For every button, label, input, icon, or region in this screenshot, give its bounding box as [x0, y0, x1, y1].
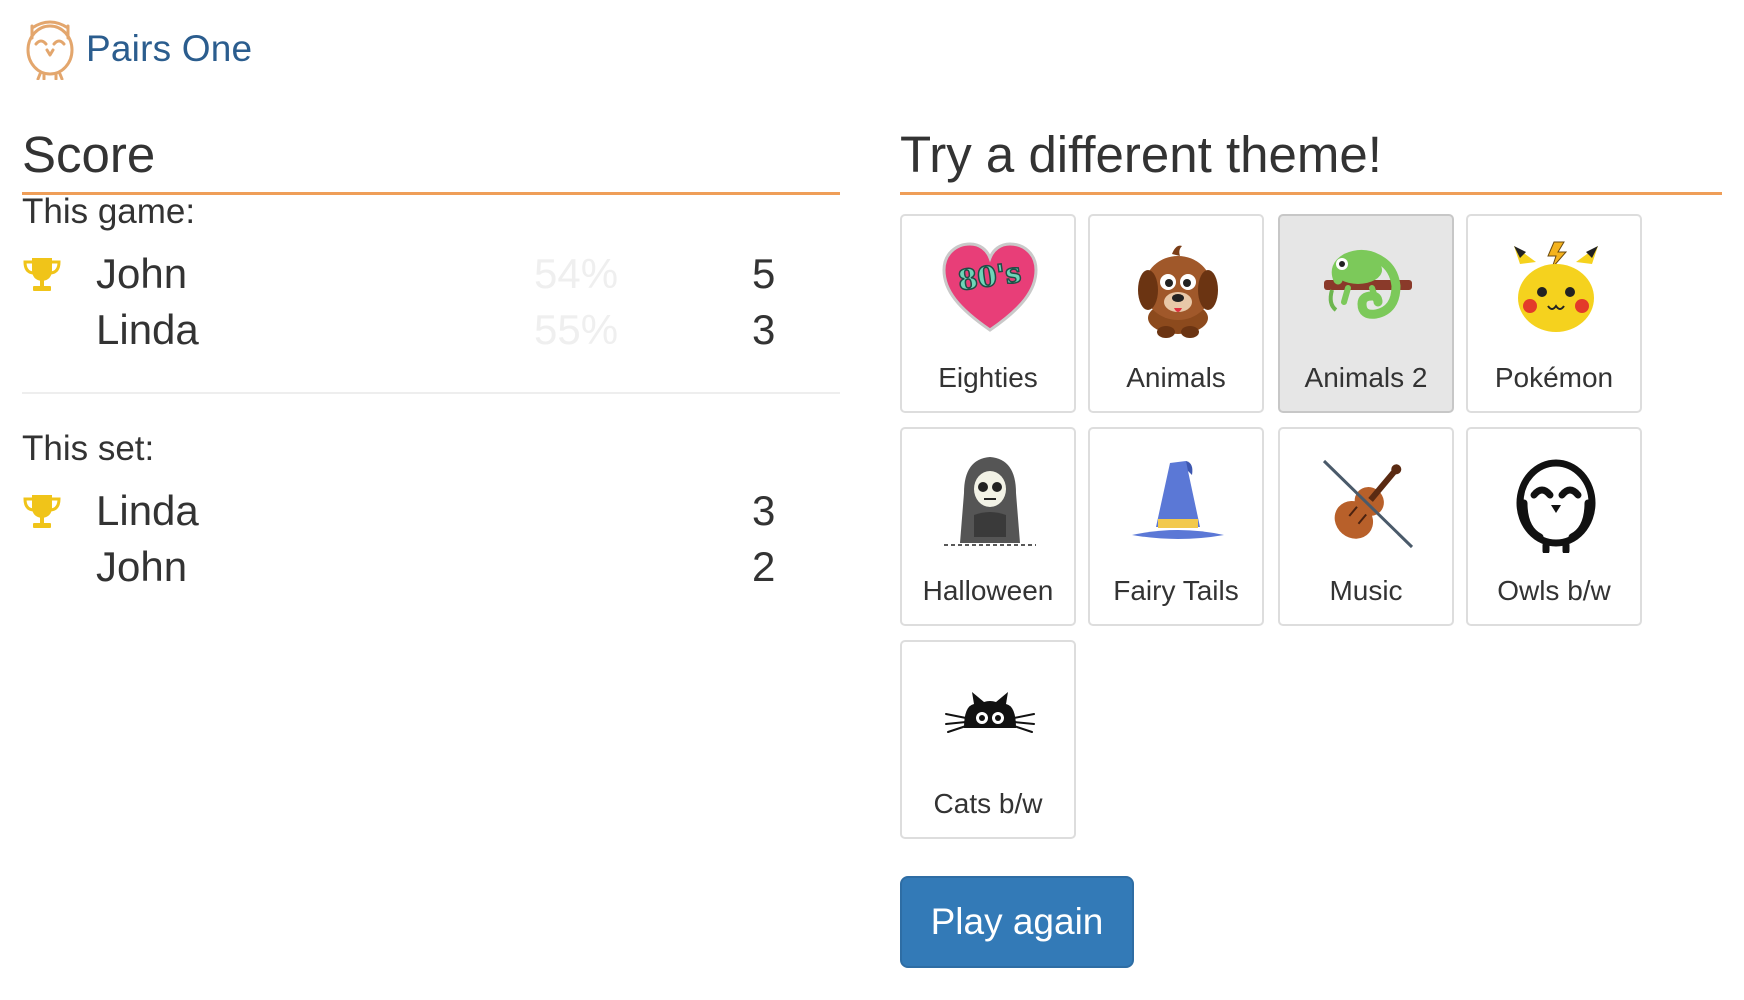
divider — [22, 392, 840, 394]
owl-icon — [1516, 459, 1596, 553]
theme-label: Pokémon — [1494, 362, 1614, 393]
play-again-button[interactable]: Play again — [900, 876, 1134, 968]
chameleon-icon — [1324, 250, 1412, 319]
player-score: 5 — [752, 250, 776, 297]
theme-tile-owls-bw[interactable]: Owls b/w — [1466, 427, 1642, 626]
this-set-label: This set: — [22, 429, 155, 468]
theme-panel: Try a different theme! 80's Eighties Ani… — [900, 120, 1722, 968]
theme-label: Animals — [1126, 362, 1226, 393]
this-game-label: This game: — [22, 192, 196, 231]
set-score-row: Linda 3 — [22, 487, 782, 543]
violin-icon — [1322, 459, 1414, 549]
theme-tile-cats-bw[interactable]: Cats b/w — [900, 640, 1076, 839]
brand-link[interactable]: Pairs One — [22, 18, 252, 80]
theme-label: Fairy Tails — [1113, 575, 1239, 606]
theme-title: Try a different theme! — [900, 120, 1722, 195]
trophy-icon — [23, 495, 61, 528]
theme-label: Music — [1329, 575, 1403, 606]
theme-tile-music[interactable]: Music — [1278, 427, 1454, 626]
player-score: 3 — [752, 487, 776, 534]
owl-logo-icon — [26, 20, 74, 80]
theme-label: Eighties — [938, 362, 1038, 393]
theme-tile-pokemon[interactable]: Pokémon — [1466, 214, 1642, 413]
theme-label: Animals 2 — [1304, 362, 1428, 393]
theme-tile-eighties[interactable]: 80's Eighties — [900, 214, 1076, 413]
score-title: Score — [22, 120, 840, 195]
pikachu-icon — [1514, 241, 1598, 332]
theme-label: Halloween — [922, 575, 1054, 606]
player-score: 3 — [752, 306, 776, 353]
player-name: John — [96, 543, 188, 590]
theme-tile-animals[interactable]: Animals — [1088, 214, 1264, 413]
player-name: Linda — [96, 306, 199, 353]
player-name: John — [96, 250, 188, 297]
wizard-hat-icon — [1132, 461, 1224, 539]
grim-reaper-icon — [944, 457, 1036, 546]
theme-tile-fairy-tails[interactable]: Fairy Tails — [1088, 427, 1264, 626]
player-percent: 54% — [534, 250, 619, 297]
cat-icon — [945, 692, 1035, 733]
trophy-icon — [23, 258, 61, 291]
game-score-row: John 54% 5 — [22, 250, 782, 306]
player-score: 2 — [752, 543, 776, 590]
player-percent: 55% — [534, 306, 619, 353]
theme-tile-animals-2[interactable]: Animals 2 — [1278, 214, 1454, 413]
theme-label: Owls b/w — [1497, 575, 1611, 606]
brand-name: Pairs One — [86, 28, 253, 69]
theme-label: Cats b/w — [933, 788, 1043, 819]
set-score-row: John 2 — [22, 543, 782, 599]
player-name: Linda — [96, 487, 199, 534]
eighties-heart-icon: 80's — [942, 242, 1038, 332]
score-panel: Score This game: John 54% 5 Linda 55% 3 … — [22, 120, 840, 590]
game-score-row: Linda 55% 3 — [22, 306, 782, 362]
dog-icon — [1138, 245, 1218, 338]
theme-tile-halloween[interactable]: Halloween — [900, 427, 1076, 626]
